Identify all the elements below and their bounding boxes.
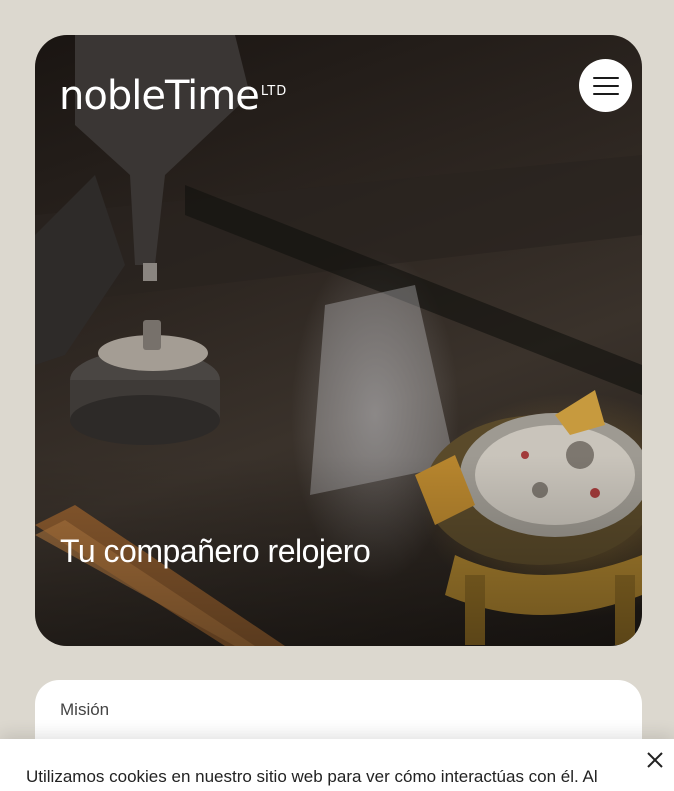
- menu-button[interactable]: [579, 59, 632, 112]
- cookie-text: Utilizamos cookies en nuestro sitio web …: [26, 767, 598, 786]
- hamburger-icon-bar: [592, 92, 619, 95]
- hamburger-icon-bar: [592, 84, 619, 87]
- logo-main-text: nobleTime: [59, 73, 260, 119]
- hero-title: Tu compañero relojero: [60, 533, 371, 569]
- logo-sub-text: LTD: [260, 84, 288, 99]
- mission-label: Misión: [60, 700, 110, 719]
- close-icon[interactable]: [644, 749, 666, 771]
- cookie-banner: Utilizamos cookies en nuestro sitio web …: [0, 739, 674, 791]
- brand-logo[interactable]: nobleTime LTD: [59, 73, 287, 119]
- hamburger-icon: [592, 76, 619, 79]
- hero-banner: nobleTime LTD Tu compañero relojero: [35, 35, 642, 646]
